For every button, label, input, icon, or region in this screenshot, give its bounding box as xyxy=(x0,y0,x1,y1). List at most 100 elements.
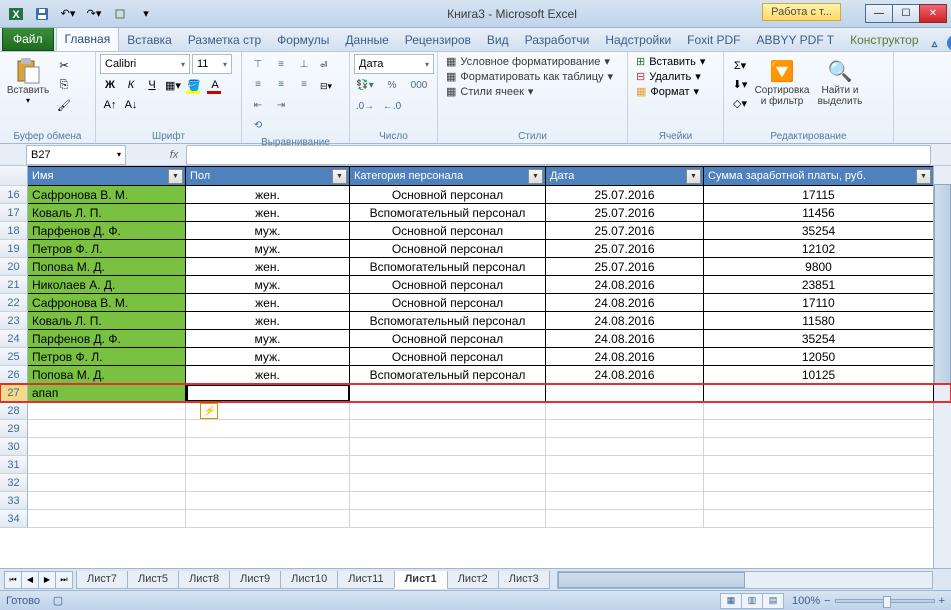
cell-name[interactable]: Попова М. Д. xyxy=(28,366,186,384)
cell-gender[interactable]: муж. xyxy=(186,240,350,258)
zoom-in-icon[interactable]: + xyxy=(939,595,945,607)
cell-salary[interactable]: 11580 xyxy=(704,312,934,330)
table-row[interactable]: 22 Сафронова В. М. жен. Основной персона… xyxy=(0,294,951,312)
empty-row[interactable]: 32 xyxy=(0,474,951,492)
table-row[interactable]: 19 Петров Ф. Л. муж. Основной персонал 2… xyxy=(0,240,951,258)
find-select-button[interactable]: 🔍 Найти и выделить xyxy=(812,54,868,110)
orientation-icon[interactable]: ⟲ xyxy=(247,116,269,134)
cell-salary[interactable]: 35254 xyxy=(704,330,934,348)
currency-icon[interactable]: 💱▾ xyxy=(354,76,376,94)
cell-name[interactable]: Парфенов Д. Ф. xyxy=(28,330,186,348)
cell-salary[interactable]: 12050 xyxy=(704,348,934,366)
sheet-tab[interactable]: Лист8 xyxy=(178,571,230,589)
sheet-tab[interactable]: Лист11 xyxy=(337,571,394,589)
sheet-tab[interactable]: Лист7 xyxy=(76,571,128,589)
align-right-icon[interactable]: ≡ xyxy=(293,75,315,93)
name-box[interactable]: B27▾ xyxy=(26,145,126,165)
cell-name[interactable]: Николаев А. Д. xyxy=(28,276,186,294)
cell-name[interactable]: Сафронова В. М. xyxy=(28,294,186,312)
cell-gender[interactable]: жен. xyxy=(186,294,350,312)
redo-icon[interactable]: ↷▾ xyxy=(82,3,106,25)
table-row[interactable]: 16 Сафронова В. М. жен. Основной персона… xyxy=(0,186,951,204)
cell-category[interactable]: Вспомогательный персонал xyxy=(350,312,546,330)
cell-category[interactable] xyxy=(350,384,546,402)
table-row[interactable]: 17 Коваль Л. П. жен. Вспомогательный пер… xyxy=(0,204,951,222)
row-header[interactable]: 19 xyxy=(0,240,28,258)
cell-salary[interactable]: 17110 xyxy=(704,294,934,312)
align-bottom-icon[interactable]: ⊥ xyxy=(293,55,315,73)
format-painter-icon[interactable]: 🖌 xyxy=(54,96,74,114)
cell-date[interactable]: 24.08.2016 xyxy=(546,276,704,294)
grow-font-icon[interactable]: A↑ xyxy=(100,96,120,114)
sheet-tab[interactable]: Лист9 xyxy=(229,571,281,589)
row-header[interactable]: 26 xyxy=(0,366,28,384)
table-row[interactable]: 18 Парфенов Д. Ф. муж. Основной персонал… xyxy=(0,222,951,240)
tab-home[interactable]: Главная xyxy=(56,28,120,51)
comma-icon[interactable]: 000 xyxy=(408,76,430,94)
cell-date[interactable]: 24.08.2016 xyxy=(546,348,704,366)
cell-gender[interactable]: муж. xyxy=(186,348,350,366)
filter-icon[interactable]: ▼ xyxy=(332,169,347,184)
cell-date[interactable]: 25.07.2016 xyxy=(546,204,704,222)
tab-layout[interactable]: Разметка стр xyxy=(180,29,269,51)
tab-foxit[interactable]: Foxit PDF xyxy=(679,29,748,51)
filter-icon[interactable]: ▼ xyxy=(686,169,701,184)
zoom-label[interactable]: 100% xyxy=(792,595,820,607)
tab-formulas[interactable]: Формулы xyxy=(269,29,337,51)
cell-category[interactable]: Основной персонал xyxy=(350,240,546,258)
autocorrect-smarttag-icon[interactable]: ⚡ xyxy=(200,403,218,419)
filter-icon[interactable]: ▼ xyxy=(916,169,931,184)
cell-date[interactable]: 24.08.2016 xyxy=(546,366,704,384)
row-header[interactable]: 32 xyxy=(0,474,28,492)
fill-icon[interactable]: ⬇▾ xyxy=(730,75,750,93)
sheet-nav-first-icon[interactable]: ⏮ xyxy=(4,571,22,589)
tab-view[interactable]: Вид xyxy=(479,29,517,51)
cell-gender[interactable]: жен. xyxy=(186,204,350,222)
shrink-font-icon[interactable]: A↓ xyxy=(121,96,141,114)
filter-icon[interactable]: ▼ xyxy=(168,169,183,184)
row-header[interactable]: 20 xyxy=(0,258,28,276)
cell-styles-button[interactable]: ▦Стили ячеек ▾ xyxy=(442,84,537,99)
cell-name[interactable]: апап xyxy=(28,384,186,402)
maximize-button[interactable]: ☐ xyxy=(892,4,920,23)
empty-row[interactable]: 34 xyxy=(0,510,951,528)
border-button[interactable]: ▦▾ xyxy=(163,76,183,94)
sheet-tab[interactable]: Лист3 xyxy=(498,571,550,589)
format-cells-button[interactable]: ▦Формат ▾ xyxy=(632,84,703,99)
table-row[interactable]: 21 Николаев А. Д. муж. Основной персонал… xyxy=(0,276,951,294)
percent-icon[interactable]: % xyxy=(381,76,403,94)
minimize-button[interactable]: — xyxy=(865,4,893,23)
decrease-indent-icon[interactable]: ⇤ xyxy=(247,96,269,114)
cell-date[interactable]: 24.08.2016 xyxy=(546,330,704,348)
clear-icon[interactable]: ◇▾ xyxy=(730,94,750,112)
autosum-icon[interactable]: Σ▾ xyxy=(730,56,750,74)
vertical-scrollbar[interactable] xyxy=(933,166,951,568)
row-header[interactable]: 21 xyxy=(0,276,28,294)
close-button[interactable]: ✕ xyxy=(919,4,947,23)
cell-category[interactable]: Основной персонал xyxy=(350,186,546,204)
cell-category[interactable]: Вспомогательный персонал xyxy=(350,204,546,222)
italic-button[interactable]: К xyxy=(121,76,141,94)
cut-icon[interactable]: ✂ xyxy=(54,56,74,74)
tab-addins[interactable]: Надстройки xyxy=(597,29,679,51)
qat-customize-icon[interactable]: ▾ xyxy=(134,3,158,25)
insert-cells-button[interactable]: ⊞Вставить ▾ xyxy=(632,54,709,69)
row-header[interactable]: 17 xyxy=(0,204,28,222)
cell-category[interactable]: Основной персонал xyxy=(350,276,546,294)
row-header[interactable]: 18 xyxy=(0,222,28,240)
cell-date[interactable]: 25.07.2016 xyxy=(546,186,704,204)
bold-button[interactable]: Ж xyxy=(100,76,120,94)
row-header[interactable]: 27 xyxy=(0,384,28,402)
cell-date[interactable]: 25.07.2016 xyxy=(546,222,704,240)
align-top-icon[interactable]: ⊤ xyxy=(247,55,269,73)
col-header-gender[interactable]: Пол▼ xyxy=(186,166,350,186)
cell-gender[interactable]: муж. xyxy=(186,222,350,240)
cell-category[interactable]: Вспомогательный персонал xyxy=(350,258,546,276)
cell-salary[interactable] xyxy=(704,384,934,402)
sheet-nav-next-icon[interactable]: ▶ xyxy=(38,571,56,589)
cell-salary[interactable]: 11456 xyxy=(704,204,934,222)
sheet-nav-last-icon[interactable]: ⏭ xyxy=(55,571,73,589)
cell-gender[interactable]: жен. xyxy=(186,258,350,276)
macro-record-icon[interactable]: ▢ xyxy=(48,594,68,607)
sheet-tab[interactable]: Лист2 xyxy=(447,571,499,589)
